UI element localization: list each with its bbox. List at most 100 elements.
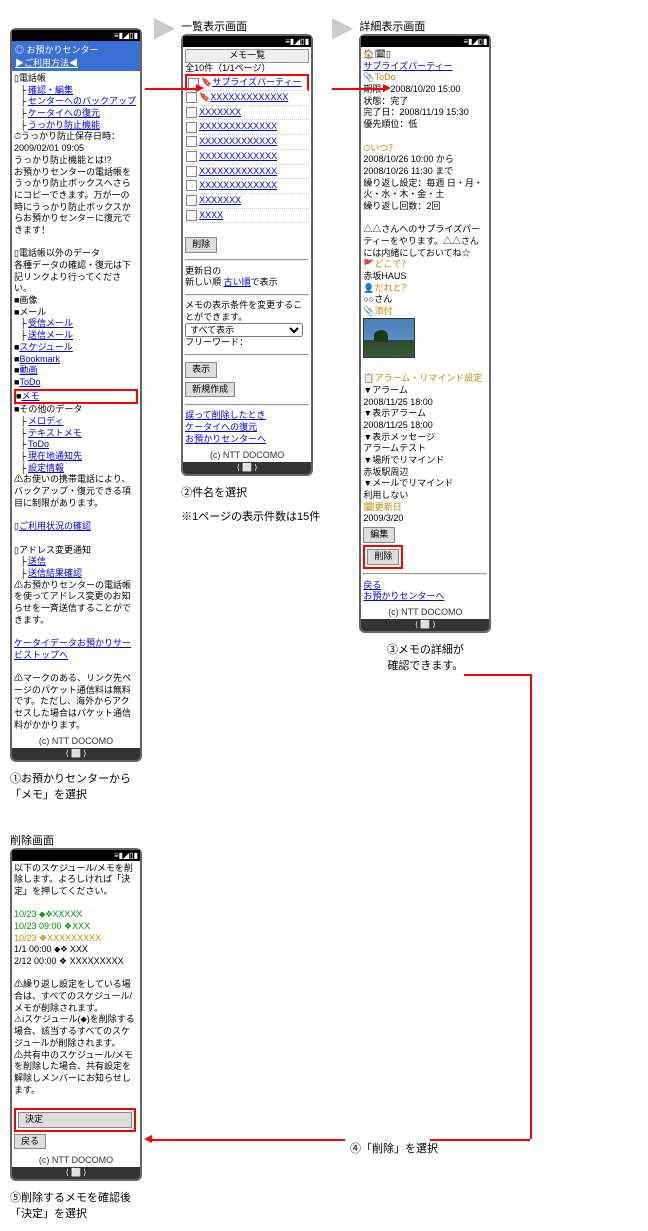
show-button[interactable]: 表示 (185, 362, 217, 378)
alarm1-label: ▼アラーム (363, 385, 487, 397)
link-send-mail[interactable]: 送信メール (28, 330, 73, 340)
nav-arrow-icon: ▶ (154, 10, 176, 43)
arrow-line (530, 674, 532, 1139)
link-ketai-data-top[interactable]: ケータイデータお預かりサービストップへ (14, 638, 131, 660)
title-text: お預かりセンター (27, 45, 99, 55)
link-send-addr[interactable]: 送信 (28, 556, 46, 566)
sort-label: 更新日の新しい順 古い順で表示 (185, 266, 309, 289)
phone-footer: ⟨ ⬜ ⟩ (361, 619, 489, 631)
delete-button[interactable]: 削除 (367, 549, 399, 565)
link-ukkari[interactable]: うっかり防止機能 (28, 120, 100, 130)
alarm5-label: ▼メールでリマインド (363, 478, 487, 490)
ukkari-time: 2009/02/01 09:05 (14, 143, 138, 155)
del-row: 1/1 00:00 ⬥❖ XXX (14, 944, 138, 956)
memo-item[interactable]: 🔖XXXXXXXXXXXXX (185, 91, 309, 106)
ok-button[interactable]: 決定 (18, 1112, 132, 1128)
item-other: ■その他のデータ (14, 404, 138, 416)
memo-item[interactable]: XXXXXXXXXXXXX (185, 165, 309, 180)
link-todo[interactable]: ToDo (19, 377, 40, 387)
memo-title-link[interactable]: サプライズパーティー (363, 61, 452, 71)
link-textmemo[interactable]: テキストメモ (28, 428, 82, 438)
caption-3: ③メモの詳細が 確認できます。 (359, 641, 491, 673)
caption-2: ②件名を選択 (181, 484, 320, 500)
link-memo[interactable]: メモ (21, 391, 39, 401)
link-melody[interactable]: メロディ (28, 416, 63, 426)
status-bar: ≡▮◢▯▮ (183, 36, 311, 47)
del-row: 10/23 ❖XXXXXXXXX (14, 933, 138, 945)
delete-highlight: 削除 (363, 545, 403, 569)
link-settings[interactable]: 設定情報 (28, 463, 64, 473)
new-button[interactable]: 新規作成 (185, 382, 235, 398)
link-movie[interactable]: 動画 (19, 365, 37, 375)
link-todo2[interactable]: ToDo (28, 439, 49, 449)
link-restore-ketai[interactable]: ケータイへの復元 (28, 108, 100, 118)
checkbox-icon[interactable] (186, 136, 197, 147)
alarm4-loc: 赤坂駅周辺 (363, 467, 487, 479)
back-link[interactable]: 戻る (363, 580, 381, 590)
section-phonebook: ▯電話帳 (14, 73, 138, 85)
delete-button[interactable]: 削除 (185, 237, 217, 253)
completed: 完了日：2008/11/19 15:30 (363, 107, 487, 119)
count-info: 全10件（1/1ページ） (185, 63, 309, 75)
repeat-setting: 繰り返し設定：毎週 日・月・火・水・木・金・土 (363, 178, 487, 201)
checkbox-icon[interactable] (186, 180, 197, 191)
phone-screen-4: ≡▮◢▯▮ 以下のスケジュール/メモを削除します。よろしければ「決定」を押してく… (10, 848, 142, 1182)
link-deleted-mistake[interactable]: 誤って削除したとき (185, 410, 266, 420)
checkbox-icon[interactable] (186, 210, 197, 221)
link-center[interactable]: お預かりセンターへ (185, 434, 266, 444)
checkbox-icon[interactable] (186, 107, 197, 118)
priority: 優先順位：低 (363, 119, 487, 131)
link-backup-center[interactable]: センターへのバックアップ (28, 96, 136, 106)
link-restore[interactable]: ケータイへの復元 (185, 422, 257, 432)
memo-item[interactable]: XXXXXXXXXXXXX (185, 135, 309, 150)
note-ischedule: ⚠iスケジュール(⬥)を削除する場合、該当するすべてのスケジュールが削除されます… (14, 1014, 138, 1049)
link-schedule[interactable]: スケジュール (19, 342, 72, 352)
where-value: 赤坂HAUS (363, 271, 487, 283)
alarm2-label: ▼表示アラーム (363, 408, 487, 420)
checkbox-icon[interactable] (186, 92, 197, 103)
sort-old-link[interactable]: 古い順 (224, 277, 251, 287)
alarm3-msg: アラームテスト (363, 443, 487, 455)
link-location[interactable]: 現在地通知先 (28, 451, 82, 461)
memo-item[interactable]: XXXXXXX (185, 106, 309, 121)
copyright: (c) NTT DOCOMO (12, 1153, 140, 1167)
when-label: ⏱いつ？ (363, 143, 487, 155)
item-mail: ■メール (14, 307, 138, 319)
checkbox-icon[interactable] (186, 122, 197, 133)
memo-desc: △△さんへのサプライズパーティーをやります。△△さんには内緒にしておいてね☆ (363, 224, 487, 259)
restore-note: ⚠お使いの携帯電話により、バックアップ・復元できる項目に制限があります。 (14, 474, 138, 509)
item-image: ■画像 (14, 295, 138, 307)
checkbox-icon[interactable] (186, 151, 197, 162)
mark-note: ⚠マークのある、リンク先ページのパケット通信料は無料です。ただし、海外からアクセ… (14, 673, 138, 731)
copyright: (c) NTT DOCOMO (183, 448, 311, 462)
memo-item[interactable]: XXXX (185, 209, 309, 224)
back-button[interactable]: 戻る (14, 1134, 46, 1150)
memo-item[interactable]: XXXXXXXXXXXXX (185, 150, 309, 165)
link-usage-status[interactable]: ご利用状況の確認 (19, 521, 91, 531)
memo-highlight: ■メモ (14, 389, 138, 405)
ukkari-desc: うっかり防止機能とは!? お預かりセンターの電話帳をうっかり防止ボックスへさらに… (14, 155, 138, 237)
alarm5-val: 利用しない (363, 490, 487, 502)
memo-item[interactable]: XXXXXXXXXXXXX (185, 179, 309, 194)
usage-link[interactable]: ▶ご利用方法◀ (15, 58, 78, 68)
link-send-result[interactable]: 送信結果確認 (28, 568, 82, 578)
status-bar: ≡▮◢▯▮ (361, 36, 489, 47)
status-bar: ≡▮◢▯▮ (12, 30, 140, 41)
status-bar: ≡▮◢▯▮ (12, 850, 140, 861)
ukkari-time-label: ⏱うっかり防止保存日時： (14, 131, 138, 143)
link-bookmark[interactable]: Bookmark (19, 354, 60, 364)
memo-item[interactable]: XXXXXXX (185, 194, 309, 209)
memo-item[interactable]: XXXXXXXXXXXXX (185, 120, 309, 135)
checkbox-icon[interactable] (186, 195, 197, 206)
caption-1: ①お預かりセンターから 「メモ」を選択 (10, 770, 142, 802)
link-confirm-edit[interactable]: 確認・編集 (28, 85, 73, 95)
photo-thumbnail[interactable] (363, 318, 415, 358)
center-title-bar: ◎ お預かりセンター ▶ご利用方法◀ (12, 41, 140, 71)
arrow-line (150, 1139, 345, 1141)
edit-button[interactable]: 編集 (363, 527, 395, 543)
link-recv-mail[interactable]: 受信メール (28, 318, 73, 328)
checkbox-icon[interactable] (186, 166, 197, 177)
note-share: ⚠共有中のスケジュール/メモを削除した場合、共有設定を解除しメンバーにお知らせし… (14, 1050, 138, 1097)
filter-select[interactable]: すべて表示 (185, 323, 303, 337)
center-link[interactable]: お預かりセンターへ (363, 591, 444, 601)
